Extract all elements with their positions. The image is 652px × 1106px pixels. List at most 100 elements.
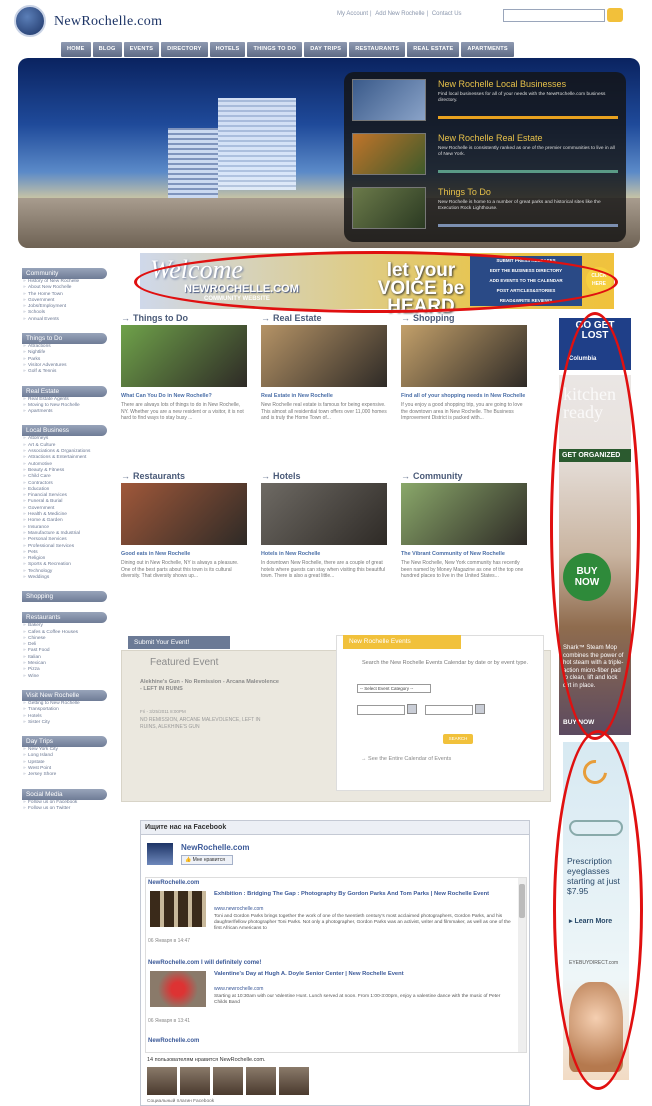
nav-blog[interactable]: BLOG: [92, 42, 122, 57]
nav-real-estate[interactable]: REAL ESTATE: [407, 42, 460, 57]
fan-avatar[interactable]: [147, 1067, 177, 1095]
sidebar-heading[interactable]: Restaurants: [22, 612, 107, 624]
post-title[interactable]: Valentine's Day at Hugh A. Doyle Senior …: [214, 971, 514, 978]
category-heading[interactable]: → Real Estate: [261, 313, 387, 325]
category-image[interactable]: [121, 483, 247, 545]
facebook-like-button[interactable]: 👍 Мне нравится: [181, 855, 233, 865]
sidebar-link[interactable]: Apartments: [22, 409, 118, 416]
start-date-input[interactable]: [357, 705, 405, 715]
post-url[interactable]: www.newrochelle.com: [214, 906, 263, 912]
feature-bar: [438, 170, 618, 173]
facebook-plugin-label[interactable]: Социальный плагин Facebook: [147, 1099, 214, 1104]
calendar-tab[interactable]: New Rochelle Events: [343, 635, 461, 649]
top-links: My Account | Add New Rochelle | Contact Us: [337, 11, 462, 17]
sidebar-heading[interactable]: Day Trips: [22, 736, 107, 748]
sidebar-link[interactable]: Jersey Shore: [22, 772, 118, 779]
feature-real-estate[interactable]: New Rochelle Real Estate New Rochelle is…: [352, 130, 622, 178]
category-image[interactable]: [401, 483, 527, 545]
post-source[interactable]: NewRochelle.com I will definitely come!: [148, 960, 261, 966]
nav-events[interactable]: EVENTS: [123, 42, 160, 57]
nav-things-to-do[interactable]: THINGS TO DO: [247, 42, 303, 57]
nav-apartments[interactable]: APARTMENTS: [461, 42, 514, 57]
sidebar-link[interactable]: Golf & Tennis: [22, 369, 118, 376]
category-heading[interactable]: → Things to Do: [121, 313, 247, 325]
feature-things-to-do[interactable]: Things To Do New Rochelle is home to a n…: [352, 184, 622, 232]
contact-link[interactable]: Contact Us: [432, 11, 462, 17]
end-date-input[interactable]: [425, 705, 473, 715]
fan-avatar[interactable]: [213, 1067, 243, 1095]
category-title[interactable]: The Vibrant Community of New Rochelle: [401, 551, 527, 558]
sidebar-link[interactable]: Sister City: [22, 720, 118, 727]
category-title[interactable]: Find all of your shopping needs in New R…: [401, 393, 527, 400]
calendar-icon[interactable]: [407, 704, 417, 714]
category-title[interactable]: What Can You Do in New Rochelle?: [121, 393, 247, 400]
facebook-page-name[interactable]: NewRochelle.com: [181, 843, 249, 852]
sidebar-link[interactable]: Weddings: [22, 575, 118, 582]
nav-day-trips[interactable]: DAY TRIPS: [304, 42, 348, 57]
fan-avatar[interactable]: [180, 1067, 210, 1095]
sidebar-heading[interactable]: Local Business: [22, 425, 107, 437]
category-title[interactable]: Hotels in New Rochelle: [261, 551, 387, 558]
feature-desc: New Rochelle is home to a number of grea…: [438, 200, 601, 212]
nav-directory[interactable]: DIRECTORY: [161, 42, 208, 57]
sidebar-link[interactable]: Follow us on Twitter: [22, 806, 118, 813]
scrollbar-thumb[interactable]: [519, 884, 525, 918]
category-heading-text: Restaurants: [133, 471, 186, 481]
category-desc: Dining out in New Rochelle, NY is always…: [121, 560, 239, 579]
post-thumbnail[interactable]: [150, 891, 206, 927]
site-logo[interactable]: NewRochelle.com: [14, 5, 224, 37]
arrow-right-icon: →: [401, 471, 410, 481]
post-thumbnail[interactable]: [150, 971, 206, 1007]
highlight-ring: [134, 251, 618, 313]
post-timestamp[interactable]: 06 Января в 13:41: [148, 1018, 190, 1024]
facebook-header: Ищите нас на Facebook: [141, 821, 529, 835]
category-heading[interactable]: → Community: [401, 471, 527, 483]
feed-scrollbar[interactable]: [518, 878, 526, 1052]
event-category-select[interactable]: -- Select Event Category --: [357, 684, 431, 693]
search-input[interactable]: [503, 9, 605, 22]
sidebar-heading[interactable]: Real Estate: [22, 385, 107, 397]
arrow-right-icon: →: [261, 313, 270, 323]
category-heading[interactable]: → Hotels: [261, 471, 387, 483]
category-heading[interactable]: → Shopping: [401, 313, 527, 325]
sidebar-heading[interactable]: Visit New Rochelle: [22, 689, 107, 701]
calendar-icon[interactable]: [475, 704, 485, 714]
nav-home[interactable]: HOME: [61, 42, 91, 57]
submit-event-button[interactable]: Submit Your Event!: [128, 636, 230, 649]
category-title[interactable]: Real Estate in New Rochelle: [261, 393, 387, 400]
sidebar-link[interactable]: Wine: [22, 674, 118, 681]
sidebar: CommunityHistory of New RochelleAbout Ne…: [22, 258, 118, 813]
category-image[interactable]: [261, 325, 387, 387]
category-card: → Hotels Hotels in New Rochelle In downtown…: [261, 471, 387, 579]
category-image[interactable]: [261, 483, 387, 545]
nav-hotels[interactable]: HOTELS: [209, 42, 246, 57]
post-title[interactable]: Exhibition : Bridging The Gap : Photogra…: [214, 891, 514, 898]
facebook-page-avatar[interactable]: [147, 843, 173, 865]
calendar-search-button[interactable]: SEARCH: [443, 734, 473, 744]
post-timestamp[interactable]: 06 Января в 14:47: [148, 938, 190, 944]
calendar-link[interactable]: → See the Entire Calendar of Events: [361, 756, 451, 762]
feature-thumb: [352, 79, 426, 121]
category-image[interactable]: [121, 325, 247, 387]
search-button[interactable]: [607, 8, 623, 22]
fan-avatar[interactable]: [246, 1067, 276, 1095]
category-title[interactable]: Good eats in New Rochelle: [121, 551, 247, 558]
sidebar-heading[interactable]: Community: [22, 268, 107, 279]
category-image[interactable]: [401, 325, 527, 387]
my-account-link[interactable]: My Account: [337, 11, 368, 17]
post-source[interactable]: NewRochelle.com: [148, 1038, 199, 1044]
nav-restaurants[interactable]: RESTAURANTS: [349, 42, 406, 57]
event-name-link[interactable]: Alekhine's Gun - No Remission - Arcana M…: [140, 679, 280, 693]
sidebar-heading[interactable]: Social Media: [22, 788, 107, 800]
fan-avatar[interactable]: [279, 1067, 309, 1095]
sidebar-heading[interactable]: Shopping: [22, 591, 107, 603]
add-link[interactable]: Add New Rochelle: [375, 11, 424, 17]
sidebar-link[interactable]: Annual Events: [22, 317, 118, 324]
feature-bar: [438, 224, 618, 227]
sidebar-heading[interactable]: Things to Do: [22, 333, 107, 345]
category-heading[interactable]: → Restaurants: [121, 471, 247, 483]
feature-local-business[interactable]: New Rochelle Local Businesses Find local…: [352, 76, 622, 124]
post-url[interactable]: www.newrochelle.com: [214, 986, 263, 992]
post-source[interactable]: NewRochelle.com: [148, 880, 199, 886]
category-heading-text: Shopping: [413, 313, 455, 323]
